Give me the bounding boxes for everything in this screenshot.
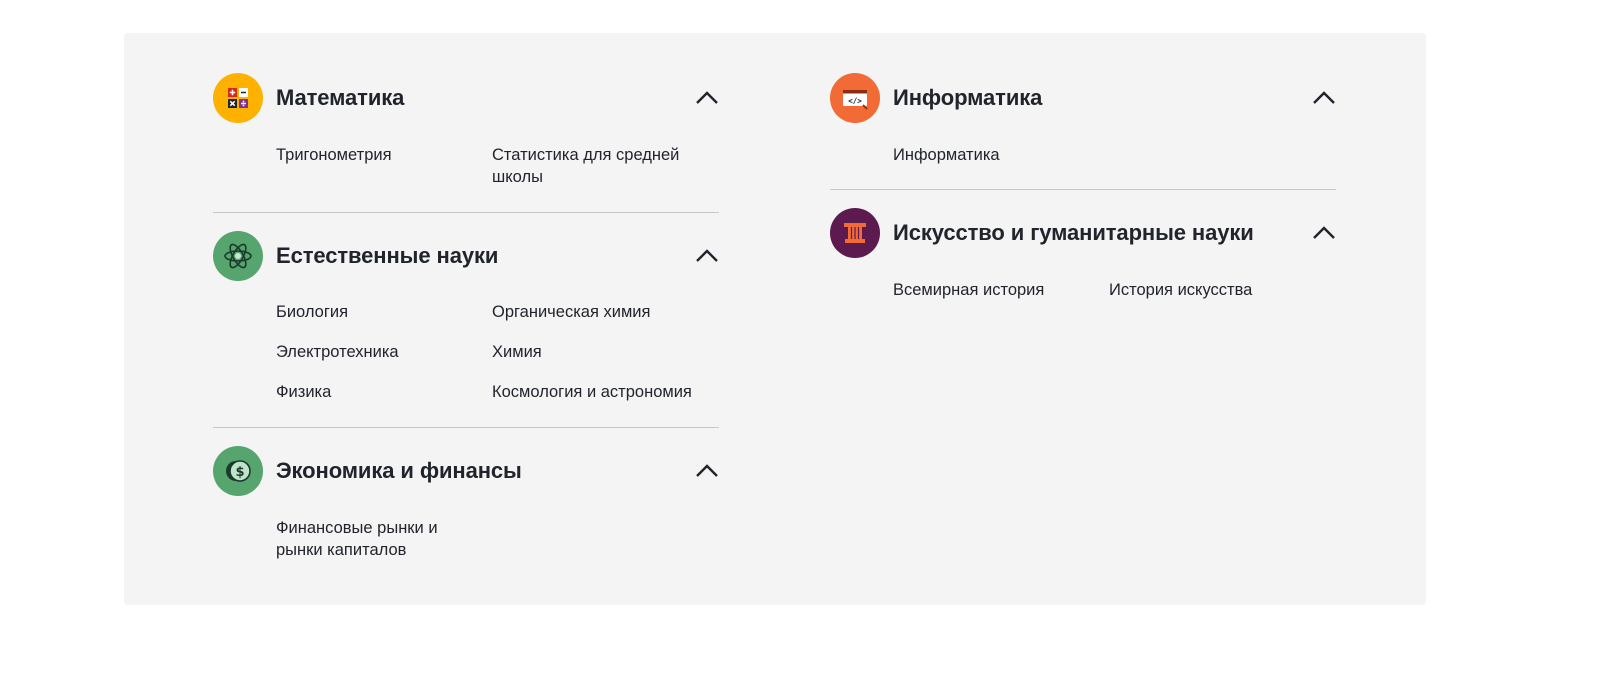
link-high-school-statistics[interactable]: Статистика для средней школы — [492, 144, 722, 188]
dollar-coin-icon: $ — [213, 446, 263, 496]
atom-icon — [213, 231, 263, 281]
link-world-history[interactable]: Всемирная история — [893, 279, 1103, 301]
section-computing: </> Информатика Информатика — [830, 73, 1336, 189]
svg-text:</>: </> — [848, 97, 862, 106]
subjects-panel: Математика Тригонометрия Статистика для … — [124, 33, 1426, 605]
link-cosmology-astronomy[interactable]: Космология и астрономия — [492, 381, 722, 403]
section-economics-header[interactable]: $ Экономика и финансы — [213, 446, 719, 496]
section-math: Математика Тригонометрия Статистика для … — [213, 73, 719, 212]
column-icon — [830, 208, 880, 258]
link-electrical-engineering[interactable]: Электротехника — [276, 341, 486, 363]
section-science-header[interactable]: Естественные науки — [213, 231, 719, 281]
section-science: Естественные науки Биология Органическая… — [213, 212, 719, 427]
svg-text:$: $ — [235, 465, 244, 480]
chevron-up-icon[interactable] — [695, 87, 719, 109]
section-arts-header[interactable]: Искусство и гуманитарные науки — [830, 208, 1336, 258]
link-trigonometry[interactable]: Тригонометрия — [276, 144, 486, 166]
link-organic-chemistry[interactable]: Органическая химия — [492, 301, 722, 323]
link-biology[interactable]: Биология — [276, 301, 486, 323]
section-math-header[interactable]: Математика — [213, 73, 719, 123]
section-computing-title: Информатика — [893, 85, 1043, 110]
link-art-history[interactable]: История искусства — [1109, 279, 1339, 301]
chevron-up-icon[interactable] — [695, 245, 719, 267]
calculator-icon — [213, 73, 263, 123]
subjects-left-column: Математика Тригонометрия Статистика для … — [213, 73, 719, 568]
chevron-up-icon[interactable] — [1312, 87, 1336, 109]
section-computing-header[interactable]: </> Информатика — [830, 73, 1336, 123]
link-financial-capital-markets[interactable]: Финансовые рынки и рынки капиталов — [276, 517, 486, 561]
link-physics[interactable]: Физика — [276, 381, 486, 403]
link-chemistry[interactable]: Химия — [492, 341, 722, 363]
section-economics-title: Экономика и финансы — [276, 458, 522, 483]
link-computer-science[interactable]: Информатика — [893, 144, 1103, 166]
section-arts: Искусство и гуманитарные науки Всемирная… — [830, 189, 1336, 310]
section-economics: $ Экономика и финансы Финансовые рынки и… — [213, 427, 719, 568]
section-arts-title: Искусство и гуманитарные науки — [893, 220, 1254, 245]
code-window-icon: </> — [830, 73, 880, 123]
section-science-title: Естественные науки — [276, 243, 499, 268]
subjects-right-column: </> Информатика Информатика Искусство и … — [830, 73, 1336, 310]
chevron-up-icon[interactable] — [695, 460, 719, 482]
section-math-title: Математика — [276, 85, 405, 110]
chevron-up-icon[interactable] — [1312, 222, 1336, 244]
